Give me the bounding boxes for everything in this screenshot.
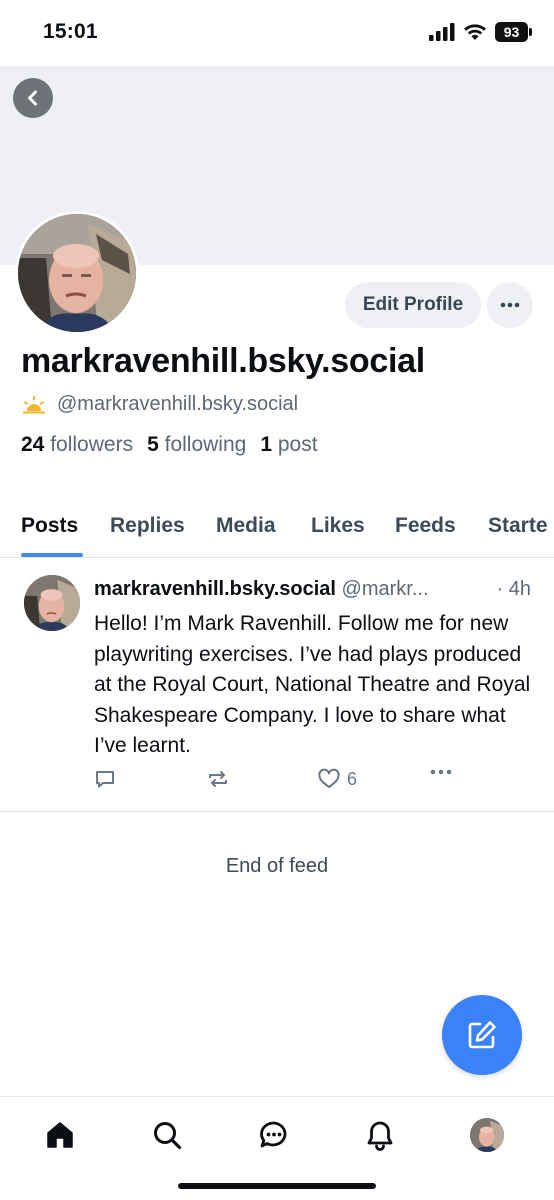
post-author-avatar[interactable]	[24, 575, 80, 631]
compose-button[interactable]	[442, 995, 522, 1075]
nav-chat[interactable]	[254, 1115, 294, 1155]
avatar-photo	[24, 575, 80, 631]
profile-avatar[interactable]	[15, 211, 139, 335]
following-label: following	[164, 433, 247, 456]
like-button[interactable]: 6	[317, 768, 357, 790]
chat-icon	[260, 1121, 287, 1148]
heart-icon	[318, 768, 340, 788]
posts-label: post	[277, 433, 318, 456]
battery-icon: 93	[495, 22, 532, 42]
avatar	[470, 1118, 504, 1152]
reply-icon	[96, 771, 114, 788]
avatar-photo	[18, 214, 136, 332]
followers-count: 24	[21, 433, 45, 456]
reply-button[interactable]	[94, 768, 116, 790]
followers-label: followers	[50, 433, 134, 456]
tab-media[interactable]: Media	[216, 514, 276, 538]
post-text: Hello! I’m Mark Ravenhill. Follow me for…	[94, 612, 531, 757]
status-bar: 15:01 93	[0, 0, 554, 66]
profile-handle-row: @markravenhill.bsky.social	[21, 393, 298, 416]
home-icon	[47, 1122, 73, 1148]
status-icons: 93	[429, 22, 532, 42]
wifi-icon	[464, 24, 486, 40]
repost-icon	[209, 771, 227, 787]
compose-icon	[468, 1021, 496, 1049]
post-more-button[interactable]	[429, 768, 453, 776]
edit-profile-button[interactable]: Edit Profile	[345, 282, 481, 328]
ellipsis-icon	[500, 302, 520, 308]
search-icon	[154, 1122, 182, 1150]
status-time: 15:01	[43, 20, 98, 43]
nav-profile[interactable]	[467, 1115, 507, 1155]
posts-stat: 1 post	[260, 433, 317, 457]
profile-stats: 24 followers 5 following 1 post	[21, 433, 318, 457]
chevron-left-icon	[28, 90, 37, 106]
sunrise-icon	[23, 395, 45, 413]
avatar-photo	[470, 1118, 504, 1152]
repost-button[interactable]	[206, 768, 230, 790]
profile-more-button[interactable]	[487, 282, 533, 328]
end-of-feed-label: End of feed	[225, 855, 329, 877]
tab-replies[interactable]: Replies	[110, 514, 185, 538]
post-header: markravenhill.bsky.social @markr... · 4h	[94, 578, 539, 601]
nav-search[interactable]	[147, 1115, 187, 1155]
profile-display-name: markravenhill.bsky.social	[21, 342, 425, 380]
profile-tabs: Posts Replies Media Likes Feeds Starte	[0, 500, 554, 558]
active-tab-indicator	[21, 553, 83, 557]
post-author-handle[interactable]: @markr...	[342, 578, 429, 600]
tab-feeds[interactable]: Feeds	[395, 514, 456, 538]
bell-icon	[367, 1121, 393, 1151]
nav-home[interactable]	[40, 1115, 80, 1155]
post-actions: 6	[94, 768, 464, 794]
back-button[interactable]	[13, 78, 53, 118]
posts-count: 1	[260, 433, 273, 456]
cellular-signal-icon	[429, 23, 455, 41]
profile-handle: @markravenhill.bsky.social	[57, 393, 299, 415]
following-stat[interactable]: 5 following	[147, 433, 246, 457]
tab-likes[interactable]: Likes	[311, 514, 365, 538]
like-count: 6	[347, 768, 358, 789]
followers-stat[interactable]: 24 followers	[21, 433, 133, 457]
home-indicator	[178, 1183, 376, 1189]
following-count: 5	[147, 433, 159, 456]
nav-notifications[interactable]	[360, 1115, 400, 1155]
post-author-name[interactable]: markravenhill.bsky.social	[94, 578, 336, 600]
ellipsis-icon	[430, 769, 452, 775]
feed-post[interactable]: markravenhill.bsky.social @markr... · 4h…	[0, 558, 554, 812]
post-timestamp[interactable]: · 4h	[497, 578, 531, 601]
tab-starter-packs[interactable]: Starte	[488, 514, 548, 538]
tab-posts[interactable]: Posts	[21, 514, 78, 538]
